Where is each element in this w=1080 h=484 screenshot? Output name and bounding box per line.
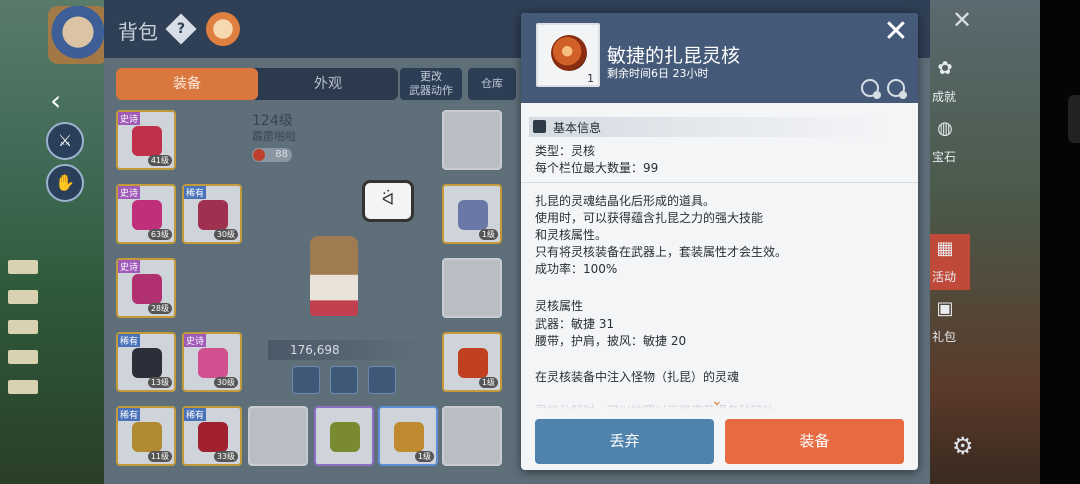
close-icon[interactable]: ✕ [952,8,972,32]
game-screen: { "colors": { "popup_header": "#445a78",… [0,0,1080,484]
ring-icon [458,200,488,230]
sidebar-item-gem[interactable]: 宝石 [932,148,956,165]
equipment-slot[interactable]: 史诗 30级 [182,332,242,392]
ladder-rung [8,380,38,394]
equipment-slot[interactable]: 史诗 41级 [116,110,176,170]
equip-button[interactable]: 装备 [725,419,904,464]
gear-icon[interactable]: ⚙ [952,432,974,460]
globe-icon[interactable]: ◍ [934,118,956,140]
shoe-icon [198,200,228,230]
description-line: 扎昆的灵魂结晶化后形成的道具。 [535,194,716,208]
close-icon[interactable]: ✕ [881,17,911,47]
description-line: 只有将灵核装备在武器上，套装属性才会生效。 [535,245,788,259]
equipment-slot[interactable]: 1级 [442,332,502,392]
armor-icon [132,274,162,304]
max-slot-count: 每个栏位最大数量：99 [535,161,659,175]
empty-slot[interactable] [248,406,308,466]
tab-equipment[interactable]: 装备 [116,68,258,100]
empty-slot[interactable] [442,110,502,170]
ladder-rung [8,350,38,364]
character-figure [310,236,358,316]
tab-appearance[interactable]: 外观 [258,68,398,100]
preset-2-icon[interactable] [330,366,358,394]
combat-power: 176,698 [268,340,428,360]
ladder-rung [8,320,38,334]
change-weapon-motion-button[interactable]: 更改 武器动作 [400,68,462,100]
popup-header: 1 敏捷的扎昆灵核 剩余时间6日 23小时 ✕ [521,13,918,103]
character-name: 霹雳啪啦 [252,130,296,143]
discard-button[interactable]: 丢弃 [535,419,714,464]
calendar-icon[interactable]: ▦ [934,238,956,260]
success-rate: 成功率：100% [535,262,618,276]
badge-icon [394,422,424,452]
warehouse-button[interactable]: 仓库 [468,68,516,100]
sword-icon[interactable]: ⚔ [46,122,84,160]
wings-icon [132,200,162,230]
edge-handle[interactable] [1068,95,1080,143]
equipment-slot[interactable]: 史诗 28级 [116,258,176,318]
ladder-rung [8,290,38,304]
preset-3-icon[interactable] [368,366,396,394]
medal-icon [330,422,360,452]
equipment-slot[interactable] [314,406,374,466]
belt-icon [132,422,162,452]
equipment-slot[interactable]: 1级 [378,406,438,466]
pet-icon[interactable] [206,12,240,46]
character-badge: 88 [252,148,292,162]
empty-slot[interactable] [442,258,502,318]
info-icon [533,120,546,133]
game-background-left [0,0,110,484]
description-line: 使用时，可以获得蕴含扎昆之力的强大技能 [535,211,764,225]
sidebar-item-gift[interactable]: 礼包 [932,328,956,345]
item-thumbnail: 1 [536,23,600,87]
empty-slot[interactable] [442,406,502,466]
tv-balloon-icon: ᐛ [362,180,414,222]
item-type: 类型：灵核 [535,144,596,158]
sidebar-item-achievement[interactable]: 成就 [932,88,956,105]
attr-title: 灵核属性 [535,299,584,313]
screen-edge [1040,0,1080,484]
lock-trade-icon[interactable] [861,79,881,99]
equipment-slot[interactable]: 稀有 13级 [116,332,176,392]
help-icon[interactable]: ? [165,13,197,45]
equipment-slot[interactable]: 1级 [442,184,502,244]
inventory-title: 背包 [118,20,158,44]
section-basic-info: 基本信息 [529,117,889,137]
sidebar-item-activity[interactable]: 活动 [932,268,956,285]
equipment-slot[interactable]: 史诗 63级 [116,184,176,244]
equipment-slot[interactable]: 稀有 30级 [182,184,242,244]
equipment-slot[interactable]: 稀有 11级 [116,406,176,466]
equipment-slot[interactable]: 稀有 33级 [182,406,242,466]
attr-line: 腰带，护肩，披风：敏捷 20 [535,334,687,348]
player-avatar[interactable] [48,6,108,64]
pocket-icon [458,348,488,378]
gift-icon[interactable]: ▣ [934,298,956,320]
handshake-icon[interactable]: ✋ [46,164,84,202]
section-title: 基本信息 [553,121,602,135]
glove-icon [132,348,162,378]
attr-line: 武器：敏捷 31 [535,317,615,331]
zakum-core-icon [551,35,587,71]
description-line: 和灵核属性。 [535,228,608,242]
chevron-down-icon[interactable]: ⌄ [711,393,723,409]
time-remaining: 剩余时间6日 23小时 [607,67,709,80]
divider [521,182,918,183]
inject-line: 在灵核装备中注入怪物（扎昆）的灵魂 [535,370,740,384]
character-level: 124级 [252,113,293,129]
item-count: 1 [587,72,594,85]
boots-icon [198,348,228,378]
ladder-rung [8,260,38,274]
item-name: 敏捷的扎昆灵核 [607,45,741,67]
preset-1-icon[interactable] [292,366,320,394]
lock-storage-icon[interactable] [887,79,907,99]
chevron-left-icon[interactable]: ‹ [50,86,76,116]
inventory-tabs: 装备 外观 [116,68,398,100]
item-detail-popup: 1 敏捷的扎昆灵核 剩余时间6日 23小时 ✕ 基本信息 类型：灵核 每个栏位最… [521,13,918,470]
cape-icon [198,422,228,452]
leaf-icon[interactable]: ✿ [934,58,956,80]
weapon-icon [132,126,162,156]
